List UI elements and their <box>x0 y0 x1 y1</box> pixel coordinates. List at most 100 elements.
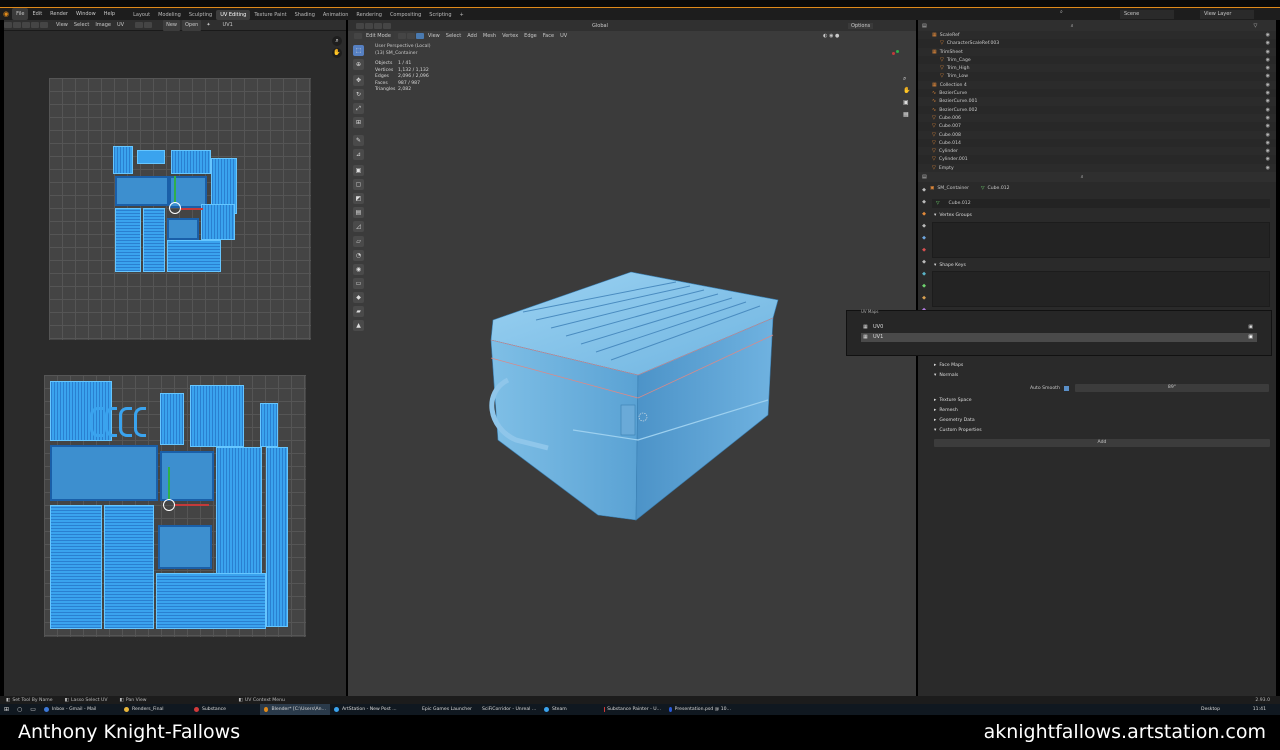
visibility-eye-icon[interactable]: ◉ <box>1266 147 1270 155</box>
vertex-mode-icon[interactable] <box>31 22 39 28</box>
scene-tab-icon[interactable]: ◆ <box>920 234 928 242</box>
uv-menu-uv[interactable]: UV <box>114 20 127 31</box>
vertex-groups-section[interactable]: ▾ Vertex Groups <box>930 212 1272 220</box>
taskbar-app[interactable]: SciFiCorridor - Unreal ... <box>475 704 540 715</box>
outliner-item[interactable]: ▽ Empty ◉ <box>918 163 1276 173</box>
uv-grid-top[interactable] <box>49 78 311 340</box>
container-mesh[interactable] <box>348 20 916 696</box>
tab-texture-paint[interactable]: Texture Paint <box>250 10 290 20</box>
tab-layout[interactable]: Layout <box>129 10 154 20</box>
uvmap-selector[interactable]: UV1 <box>220 20 236 31</box>
mesh-datablock-field[interactable]: ▽ Cube.012 <box>932 199 1270 208</box>
scene-selector[interactable]: ⌕ <box>1060 9 1063 15</box>
outliner-item[interactable]: ▽ Cube.006 ◉ <box>918 113 1276 123</box>
face-maps-section[interactable]: ▸ Face Maps <box>930 362 1272 370</box>
shape-keys-section[interactable]: ▾ Shape Keys <box>930 262 1272 270</box>
taskbar-app[interactable]: Steam <box>540 704 600 715</box>
visibility-eye-icon[interactable]: ◉ <box>1266 155 1270 163</box>
task-view-icon[interactable]: ▭ <box>26 706 40 713</box>
camera-icon-active[interactable]: ▣ <box>1248 333 1253 342</box>
visibility-eye-icon[interactable]: ◉ <box>1266 114 1270 122</box>
tab-scripting[interactable]: Scripting <box>425 10 455 20</box>
geometry-data-section[interactable]: ▸ Geometry Data <box>930 417 1272 425</box>
taskbar-app[interactable]: ArtStation - New Post ... <box>330 704 415 715</box>
tab-shading[interactable]: Shading <box>291 10 319 20</box>
outliner-item[interactable]: ▽ CharacterScaleRef.003 ◉ <box>918 39 1276 47</box>
properties-search-icon[interactable]: ⌕ <box>1081 174 1084 180</box>
scene-field[interactable]: Scene <box>1120 8 1174 20</box>
sync-icon[interactable] <box>22 22 30 28</box>
clock[interactable]: 11:41 <box>1253 707 1266 712</box>
select-mode-icon[interactable] <box>13 22 21 28</box>
snap-icon[interactable] <box>144 22 153 28</box>
auto-smooth-angle-field[interactable]: 89° <box>1075 384 1269 392</box>
visibility-eye-icon[interactable]: ◉ <box>1266 131 1270 139</box>
pan-hand-icon[interactable]: ✋ <box>332 48 342 58</box>
taskbar-app[interactable]: Substance <box>190 704 260 715</box>
outliner-item[interactable]: ▦ TrimSheet ◉ <box>918 47 1276 56</box>
uv-menu-select[interactable]: Select <box>71 20 92 31</box>
add-workspace-icon[interactable]: + <box>456 10 468 20</box>
tab-uv-editing[interactable]: UV Editing <box>216 9 251 20</box>
menu-edit[interactable]: Edit <box>28 8 46 20</box>
outliner-item[interactable]: ▽ Cylinder.001 ◉ <box>918 155 1276 163</box>
outliner-item[interactable]: ▦ ScaleRef ◉ <box>918 31 1276 40</box>
visibility-eye-icon[interactable]: ◉ <box>1266 106 1270 114</box>
render-tab-icon[interactable]: ◆ <box>920 198 928 206</box>
outliner-item[interactable]: ▽ Trim_High ◉ <box>918 64 1276 73</box>
outliner-search-icon[interactable]: ⌕ <box>1071 23 1074 29</box>
outliner-type-icon[interactable]: ▤ <box>918 23 931 29</box>
tab-compositing[interactable]: Compositing <box>386 10 425 20</box>
menu-help[interactable]: Help <box>100 8 119 20</box>
filter-icon[interactable]: ▽ <box>1254 23 1258 29</box>
visibility-eye-icon[interactable]: ◉ <box>1266 164 1270 172</box>
physics-tab-icon[interactable]: ◆ <box>920 294 928 302</box>
visibility-eye-icon[interactable]: ◉ <box>1266 122 1270 130</box>
visibility-eye-icon[interactable]: ◉ <box>1266 139 1270 147</box>
outliner-item[interactable]: ▽ Cube.014 ◉ <box>918 139 1276 147</box>
outliner-item[interactable]: ▽ Cube.007 ◉ <box>918 122 1276 130</box>
outliner-item[interactable]: ▦ Collection 4 ◉ <box>918 80 1276 90</box>
outliner-item[interactable]: ∿ BezierCurve ◉ <box>918 89 1276 97</box>
output-tab-icon[interactable]: ◆ <box>920 210 928 218</box>
uv-map-item-0[interactable]: ▦ UV0 ▣ <box>861 323 1257 332</box>
taskbar-app[interactable]: Inbox - Gmail - Mail <box>40 704 120 715</box>
visibility-eye-icon[interactable]: ◉ <box>1266 48 1270 56</box>
outliner-item[interactable]: ▽ Cube.008 ◉ <box>918 130 1276 139</box>
visibility-eye-icon[interactable]: ◉ <box>1266 72 1270 80</box>
edge-mode-icon[interactable] <box>40 22 48 28</box>
blender-logo-icon[interactable]: ◉ <box>0 10 12 18</box>
desktop-label[interactable]: Desktop <box>1201 707 1220 712</box>
tab-animation[interactable]: Animation <box>319 10 353 20</box>
particles-tab-icon[interactable]: ◆ <box>920 282 928 290</box>
editor-type-icon[interactable] <box>4 22 12 28</box>
uv-grid-bottom[interactable] <box>44 375 306 637</box>
auto-smooth-checkbox[interactable] <box>1063 385 1069 391</box>
object-tab-icon[interactable]: ◆ <box>920 258 928 266</box>
outliner[interactable]: ▤ ⌕ ▽ ▦ ScaleRef ◉ ▽ CharacterScaleRef.003 ◉ ▦… <box>918 20 1276 173</box>
zoom-icon[interactable]: ⌕ <box>332 36 342 46</box>
open-image-button[interactable]: Open <box>181 19 202 31</box>
vertex-groups-list[interactable] <box>932 222 1270 258</box>
texture-space-section[interactable]: ▸ Texture Space <box>930 397 1272 405</box>
pivot-icon[interactable] <box>135 22 144 28</box>
visibility-eye-icon[interactable]: ◉ <box>1266 64 1270 72</box>
outliner-item[interactable]: ∿ BezierCurve.001 ◉ <box>918 97 1276 106</box>
add-property-button[interactable]: Add <box>934 439 1270 447</box>
visibility-eye-icon[interactable]: ◉ <box>1266 81 1270 89</box>
shape-keys-list[interactable] <box>932 271 1270 307</box>
remesh-section[interactable]: ▸ Remesh <box>930 407 1272 415</box>
menu-render[interactable]: Render <box>46 8 72 20</box>
properties-type-icon[interactable]: ▤ <box>918 174 931 180</box>
visibility-eye-icon[interactable]: ◉ <box>1266 31 1270 39</box>
visibility-eye-icon[interactable]: ◉ <box>1266 97 1270 105</box>
outliner-item[interactable]: ∿ BezierCurve.002 ◉ <box>918 106 1276 114</box>
camera-icon[interactable]: ▣ <box>1248 323 1253 332</box>
pin-icon[interactable]: ✦ <box>203 20 213 31</box>
modifier-tab-icon[interactable]: ◆ <box>920 270 928 278</box>
taskbar-app[interactable]: Presentation.psd @ 10... <box>665 704 735 715</box>
uv-maps-panel[interactable]: UV Maps ▦ UV0 ▣ ▦ UV1 ▣ <box>846 309 1272 356</box>
tab-rendering[interactable]: Rendering <box>352 10 386 20</box>
visibility-eye-icon[interactable]: ◉ <box>1266 89 1270 97</box>
visibility-eye-icon[interactable]: ◉ <box>1266 56 1270 64</box>
